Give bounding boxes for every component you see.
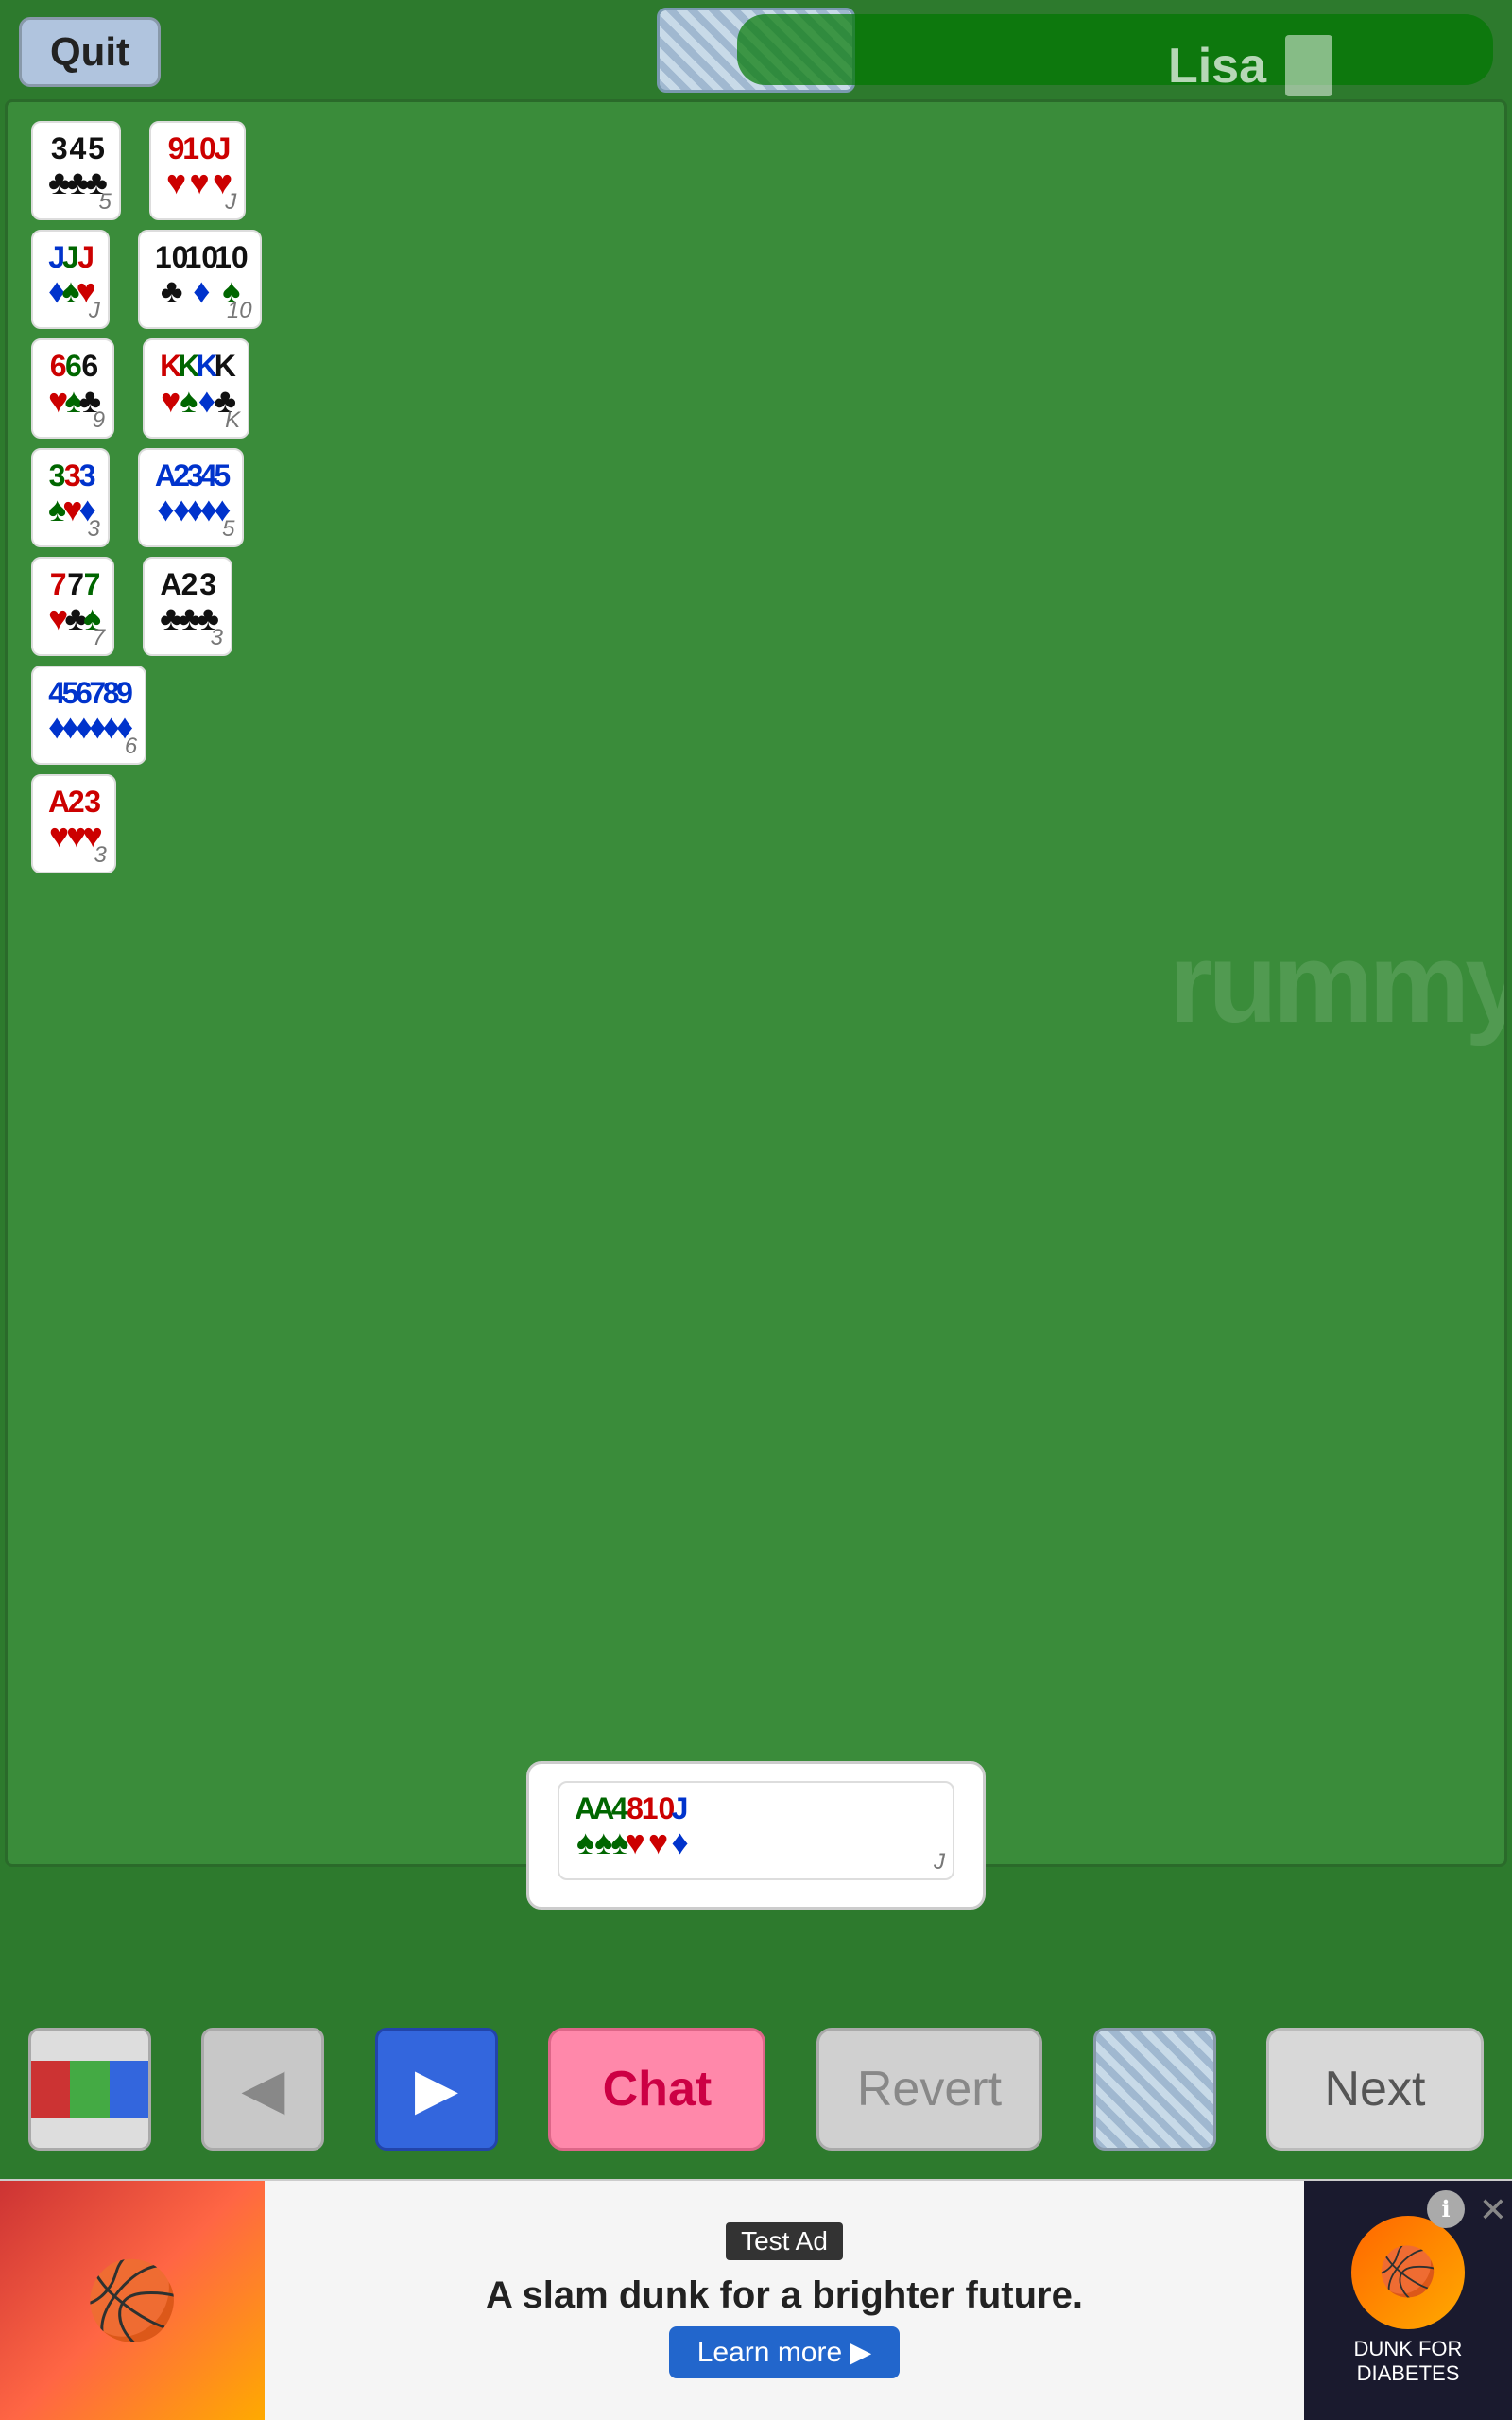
card-row-6: 4♦ 5♦ 6♦ 7♦ 8♦ 9♦ 6 [31, 666, 1481, 765]
discard-slot[interactable] [1093, 2028, 1216, 2151]
ad-info-icon[interactable]: ℹ [1427, 2190, 1465, 2228]
ad-close-icon[interactable]: ✕ [1479, 2190, 1507, 2230]
card-group-12[interactable]: A♥ 2♥ 3♥ 3 [31, 774, 116, 873]
card-row-5: 7♥ 7♣ 7♠ 7 A♣ 2♣ 3♣ 3 [31, 557, 1481, 656]
ad-cta-button[interactable]: Learn more ▶ [669, 2326, 901, 2378]
card-group-7[interactable]: 3♠ 3♥ 3♦ 3 [31, 448, 110, 547]
color-bar-blue [110, 2061, 148, 2118]
chat-button[interactable]: Chat [548, 2028, 765, 2151]
card-group-11[interactable]: 4♦ 5♦ 6♦ 7♦ 8♦ 9♦ 6 [31, 666, 146, 765]
card-group-4[interactable]: 10♣ 10♦ 10♠ 10 [138, 230, 262, 329]
rummy-watermark: rummy [1169, 918, 1507, 1048]
card-group-1[interactable]: 3♣ 4♣ 5♣ 5 [31, 121, 121, 220]
color-bars-inner [31, 2061, 148, 2118]
forward-button[interactable]: ▶ [375, 2028, 498, 2151]
color-bar-green [70, 2061, 109, 2118]
card-group-6[interactable]: K♥ K♠ K♦ K♣ K [143, 338, 249, 438]
card-group-3[interactable]: J♦ J♠ J♥ J [31, 230, 110, 329]
card-group-8[interactable]: A♦ 2♦ 3♦ 4♦ 5♦ 5 [138, 448, 245, 547]
card-row-4: 3♠ 3♥ 3♦ 3 A♦ 2♦ 3♦ 4♦ 5♦ 5 [31, 448, 1481, 547]
player-hand-area[interactable]: A♠ A♠ 4♠ 8♥ 10♥ J♦ J [526, 1761, 986, 1910]
player-name: Lisa [1168, 38, 1266, 95]
game-area: rummy 3♣ 4♣ 5♣ 5 9♥ 10♥ J♥ J [5, 99, 1507, 1867]
quit-button[interactable]: Quit [19, 17, 161, 87]
ad-headline: A slam dunk for a brighter future. [293, 2274, 1276, 2317]
ad-content: Test Ad A slam dunk for a brighter futur… [265, 2204, 1304, 2397]
card-row-1: 3♣ 4♣ 5♣ 5 9♥ 10♥ J♥ J [31, 121, 1481, 220]
color-bar-red [31, 2061, 70, 2118]
score-bar: Lisa [737, 14, 1493, 85]
ad-image: 🏀 [0, 2180, 265, 2420]
bottom-bar: ◀ ▶ Chat Revert Next [0, 2004, 1512, 2174]
player-bar-indicator [1285, 35, 1332, 96]
back-button[interactable]: ◀ [201, 2028, 324, 2151]
card-row-3: 6♥ 6♠ 6♣ 9 K♥ K♠ K♦ K♣ K [31, 338, 1481, 438]
card-group-2[interactable]: 9♥ 10♥ J♥ J [149, 121, 246, 220]
ad-logo-text: DUNK FORDIABETES [1354, 2337, 1463, 2386]
card-row-7: A♥ 2♥ 3♥ 3 [31, 774, 1481, 873]
ad-test-label: Test Ad [726, 2222, 843, 2260]
card-group-5[interactable]: 6♥ 6♠ 6♣ 9 [31, 338, 114, 438]
card-row-2: J♦ J♠ J♥ J 10♣ 10♦ 10♠ 10 [31, 230, 1481, 329]
top-bar: Quit Lisa [0, 0, 1512, 104]
player-hand-group[interactable]: A♠ A♠ 4♠ 8♥ 10♥ J♦ J [558, 1781, 954, 1880]
ad-banner: 🏀 Test Ad A slam dunk for a brighter fut… [0, 2179, 1512, 2420]
next-button[interactable]: Next [1266, 2028, 1484, 2151]
ad-logo-circle: 🏀 [1351, 2216, 1465, 2329]
color-bars-button[interactable] [28, 2028, 151, 2151]
card-groups: 3♣ 4♣ 5♣ 5 9♥ 10♥ J♥ J J♦ [8, 102, 1504, 892]
card-group-10[interactable]: A♣ 2♣ 3♣ 3 [143, 557, 232, 656]
revert-button[interactable]: Revert [816, 2028, 1042, 2151]
card-group-9[interactable]: 7♥ 7♣ 7♠ 7 [31, 557, 114, 656]
